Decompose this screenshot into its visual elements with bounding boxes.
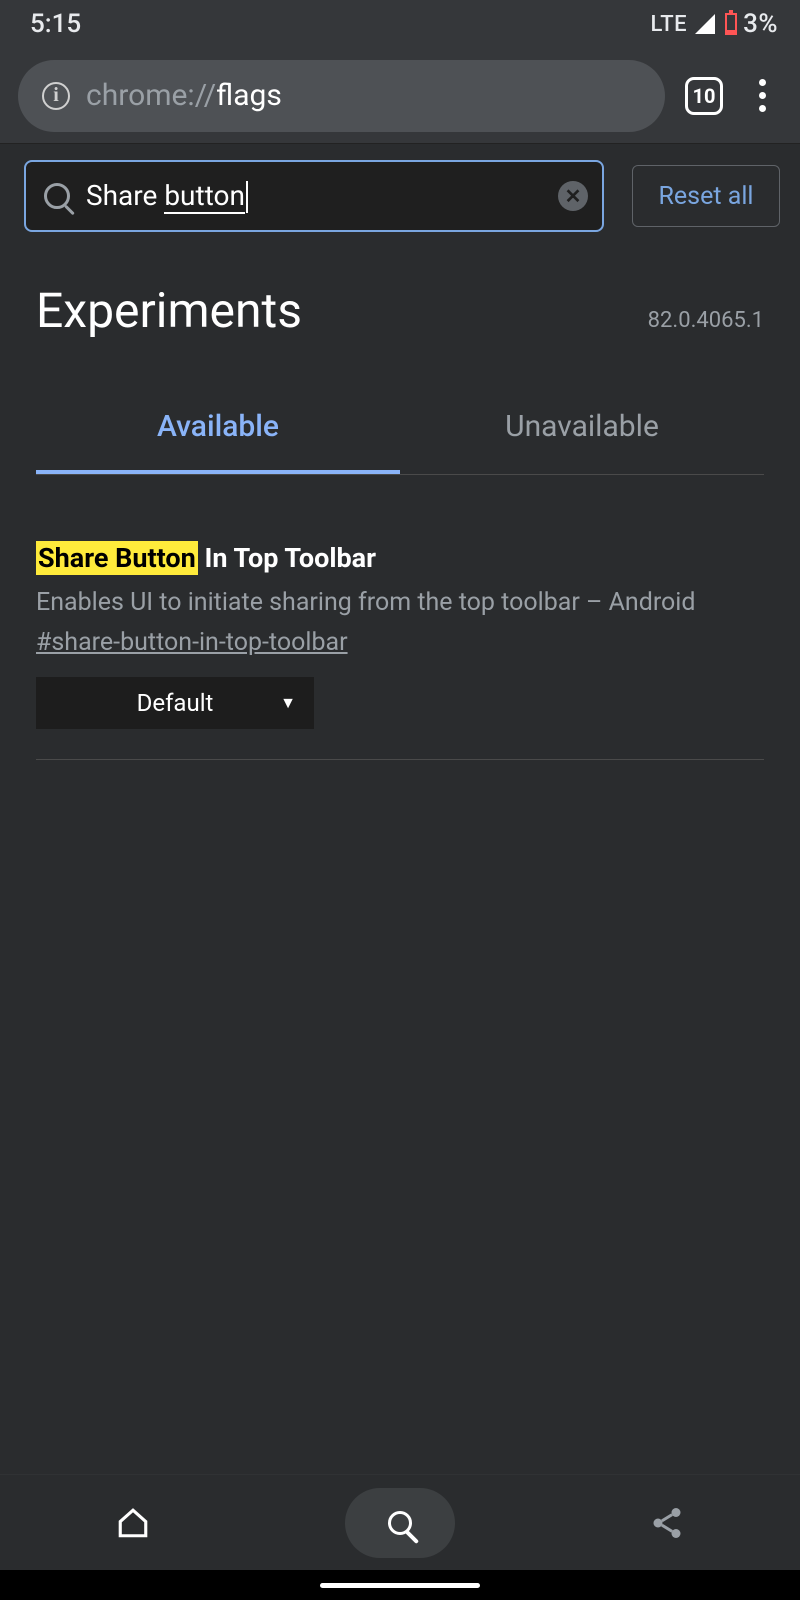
tab-count: 10 [693,84,716,108]
flags-page: Share button ✕ Reset all Experiments 82.… [0,144,800,760]
battery-percent: 3% [743,9,778,39]
browser-toolbar: i chrome://flags 10 [0,48,800,144]
url-prefix: chrome:// [86,78,216,113]
info-icon: i [42,82,70,110]
clear-search-button[interactable]: ✕ [558,181,588,211]
flag-description: Enables UI to initiate sharing from the … [36,584,764,622]
search-icon [44,183,70,209]
flag-selected-value: Default [137,689,214,717]
network-label: LTE [651,12,688,37]
status-bar: 5:15 LTE 3% [0,0,800,48]
status-icons: LTE 3% [651,9,778,39]
divider [36,759,764,760]
gesture-bar[interactable] [320,1583,480,1588]
search-value: Share button [86,179,248,214]
tabs-button[interactable]: 10 [685,77,723,115]
flag-dropdown[interactable]: Default ▼ [36,677,314,729]
flag-title-rest: In Top Toolbar [198,542,376,574]
reset-all-button[interactable]: Reset all [632,165,780,227]
page-title: Experiments [36,282,302,339]
nav-share-button[interactable] [612,1488,722,1558]
system-gesture-area [0,1570,800,1600]
home-icon [116,1506,150,1540]
search-input[interactable]: Share button ✕ [24,160,604,232]
battery-icon [725,13,737,35]
nav-home-button[interactable] [78,1488,188,1558]
tab-available[interactable]: Available [36,389,400,474]
overflow-menu-button[interactable] [743,71,782,120]
bottom-nav [0,1474,800,1570]
tab-unavailable[interactable]: Unavailable [400,389,764,474]
search-row: Share button ✕ Reset all [0,144,800,248]
omnibox[interactable]: i chrome://flags [18,60,665,132]
url-text: chrome://flags [86,78,282,113]
flag-title-highlight: Share Button [36,541,198,575]
share-icon [649,1505,685,1541]
page-header: Experiments 82.0.4065.1 [0,248,800,349]
chevron-down-icon: ▼ [280,693,296,713]
flag-id-link[interactable]: #share-button-in-top-toolbar [36,628,348,657]
clock: 5:15 [30,9,81,39]
flag-item: Share Button In Top Toolbar Enables UI t… [0,475,800,729]
version-label: 82.0.4065.1 [648,308,764,333]
flag-title: Share Button In Top Toolbar [36,541,764,576]
url-path: flags [216,78,282,113]
text-cursor [246,181,248,213]
nav-search-button[interactable] [345,1488,455,1558]
signal-icon [695,14,715,34]
search-icon [388,1511,412,1535]
tabs: Available Unavailable [36,389,764,475]
